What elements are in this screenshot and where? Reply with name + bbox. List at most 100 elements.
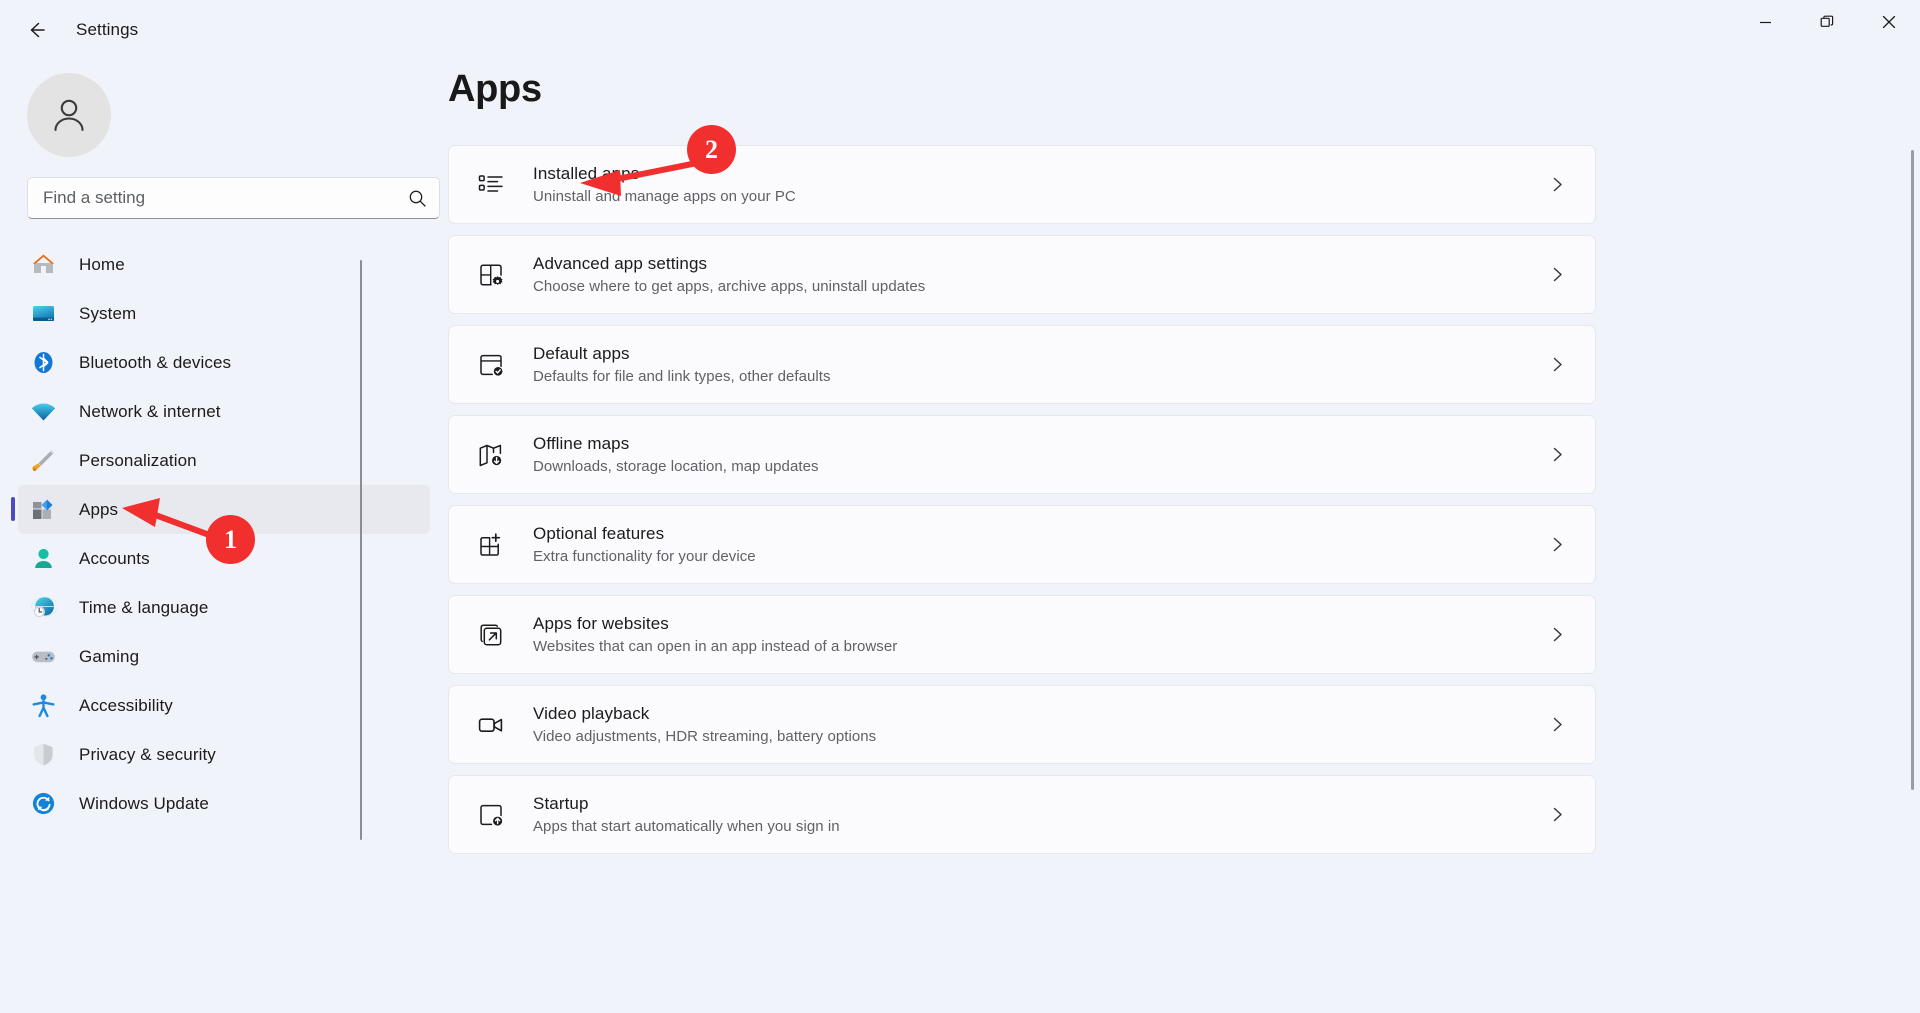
chevron-right-icon[interactable]	[1537, 795, 1577, 835]
card-text: Startup Apps that start automatically wh…	[533, 793, 1537, 837]
maximize-restore-icon	[1820, 15, 1834, 27]
card-offline-maps[interactable]: Offline maps Downloads, storage location…	[448, 415, 1596, 494]
system-monitor-icon	[27, 298, 59, 330]
chevron-right-icon[interactable]	[1537, 615, 1577, 655]
close-icon	[1882, 15, 1896, 29]
sidebar-item-home[interactable]: Home	[18, 240, 430, 289]
video-camera-icon	[474, 708, 508, 742]
globe-clock-icon	[27, 592, 59, 624]
back-arrow-icon	[30, 22, 45, 38]
card-text: Installed apps Uninstall and manage apps…	[533, 163, 1537, 207]
sidebar-item-label: Time & language	[79, 597, 209, 617]
card-title: Startup	[533, 793, 589, 813]
card-title: Installed apps	[533, 163, 640, 183]
sidebar-item-accessibility[interactable]: Accessibility	[18, 681, 430, 730]
window-controls	[1734, 0, 1920, 44]
sidebar-item-accounts[interactable]: Accounts	[18, 534, 430, 583]
sidebar-item-label: Personalization	[79, 450, 197, 470]
sidebar-item-label: Home	[79, 254, 125, 274]
main-content: Apps Installed apps Uninstall and manage…	[448, 60, 1920, 1008]
minimize-button[interactable]	[1734, 0, 1796, 44]
card-subtitle: Extra functionality for your device	[533, 547, 756, 565]
card-subtitle: Downloads, storage location, map updates	[533, 457, 819, 475]
search-submit-button[interactable]	[397, 178, 437, 218]
card-apps-for-websites[interactable]: Apps for websites Websites that can open…	[448, 595, 1596, 674]
card-text: Advanced app settings Choose where to ge…	[533, 253, 1537, 297]
sidebar-item-label: Network & internet	[79, 401, 221, 421]
card-title: Default apps	[533, 343, 630, 363]
card-subtitle: Defaults for file and link types, other …	[533, 367, 831, 385]
chevron-right-icon[interactable]	[1537, 435, 1577, 475]
maximize-button[interactable]	[1796, 0, 1858, 44]
sidebar-item-personalization[interactable]: Personalization	[18, 436, 430, 485]
sidebar-item-label: Accessibility	[79, 695, 173, 715]
paintbrush-icon	[27, 445, 59, 477]
sidebar-item-label: Gaming	[79, 646, 140, 666]
sidebar-item-bluetooth-devices[interactable]: Bluetooth & devices	[18, 338, 430, 387]
startup-window-up-icon	[474, 798, 508, 832]
sidebar-item-time-language[interactable]: Time & language	[18, 583, 430, 632]
chevron-right-icon[interactable]	[1537, 345, 1577, 385]
card-advanced-app-settings[interactable]: Advanced app settings Choose where to ge…	[448, 235, 1596, 314]
sidebar-item-system[interactable]: System	[18, 289, 430, 338]
sidebar-item-privacy-security[interactable]: Privacy & security	[18, 730, 430, 779]
card-video-playback[interactable]: Video playback Video adjustments, HDR st…	[448, 685, 1596, 764]
sidebar-item-label: Apps	[79, 499, 119, 519]
card-text: Default apps Defaults for file and link …	[533, 343, 1537, 387]
search-box[interactable]	[27, 177, 440, 219]
card-text: Apps for websites Websites that can open…	[533, 613, 1537, 657]
card-text: Video playback Video adjustments, HDR st…	[533, 703, 1537, 747]
card-installed-apps[interactable]: Installed apps Uninstall and manage apps…	[448, 145, 1596, 224]
sidebar-item-label: Bluetooth & devices	[79, 352, 232, 372]
sidebar-scrollbar[interactable]	[360, 260, 362, 840]
open-external-icon	[474, 618, 508, 652]
card-title: Optional features	[533, 523, 665, 543]
bullet-list-icon	[474, 168, 508, 202]
settings-card-list: Installed apps Uninstall and manage apps…	[448, 145, 1628, 865]
sidebar-item-gaming[interactable]: Gaming	[18, 632, 430, 681]
card-text: Offline maps Downloads, storage location…	[533, 433, 1537, 477]
sidebar-item-network-internet[interactable]: Network & internet	[18, 387, 430, 436]
update-refresh-icon	[27, 788, 59, 820]
chevron-right-icon[interactable]	[1537, 255, 1577, 295]
card-default-apps[interactable]: Default apps Defaults for file and link …	[448, 325, 1596, 404]
shield-icon	[27, 739, 59, 771]
grid-plus-icon	[474, 528, 508, 562]
card-subtitle: Video adjustments, HDR streaming, batter…	[533, 727, 877, 745]
home-icon	[27, 249, 59, 281]
chevron-right-icon[interactable]	[1537, 165, 1577, 205]
card-title: Offline maps	[533, 433, 630, 453]
sidebar-item-label: Privacy & security	[79, 744, 216, 764]
account-person-icon	[27, 543, 59, 575]
page-title: Apps	[448, 68, 542, 110]
back-button[interactable]	[14, 12, 58, 48]
app-window-gear-icon	[474, 258, 508, 292]
sidebar-nav: Home System Bluetooth & devices Network …	[0, 240, 448, 1008]
card-text: Optional features Extra functionality fo…	[533, 523, 1537, 567]
bluetooth-icon	[27, 347, 59, 379]
sidebar-item-windows-update[interactable]: Windows Update	[18, 779, 430, 828]
sidebar-item-label: System	[79, 303, 137, 323]
window-check-icon	[474, 348, 508, 382]
search-input[interactable]	[28, 188, 397, 208]
close-button[interactable]	[1858, 0, 1920, 44]
wifi-icon	[27, 396, 59, 428]
card-optional-features[interactable]: Optional features Extra functionality fo…	[448, 505, 1596, 584]
accessibility-person-icon	[27, 690, 59, 722]
card-subtitle: Websites that can open in an app instead…	[533, 637, 898, 655]
person-avatar-icon	[54, 99, 84, 132]
chevron-right-icon[interactable]	[1537, 705, 1577, 745]
minimize-icon	[1759, 21, 1771, 23]
card-startup[interactable]: Startup Apps that start automatically wh…	[448, 775, 1596, 854]
sidebar-item-apps[interactable]: Apps	[11, 485, 430, 534]
card-title: Video playback	[533, 703, 650, 723]
card-subtitle: Choose where to get apps, archive apps, …	[533, 277, 926, 295]
avatar[interactable]	[27, 73, 111, 157]
card-title: Apps for websites	[533, 613, 669, 633]
main-scrollbar[interactable]	[1911, 150, 1914, 790]
card-subtitle: Apps that start automatically when you s…	[533, 817, 840, 835]
gamepad-icon	[27, 641, 59, 673]
apps-tiles-icon	[27, 494, 59, 526]
chevron-right-icon[interactable]	[1537, 525, 1577, 565]
sidebar-item-label: Windows Update	[79, 793, 209, 813]
